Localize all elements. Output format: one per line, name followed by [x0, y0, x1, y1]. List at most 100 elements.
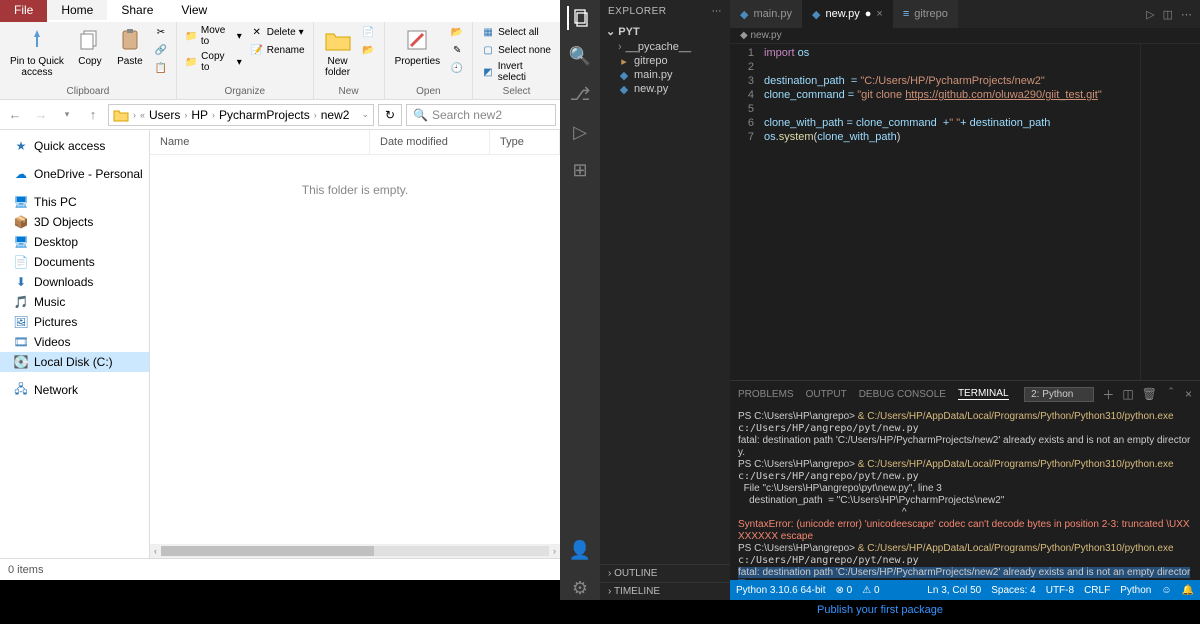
status-warnings[interactable]: ⚠ 0 [862, 585, 879, 596]
panel-debug[interactable]: DEBUG CONSOLE [859, 389, 946, 400]
tree-main[interactable]: ◆main.py [600, 68, 730, 82]
tab-gitrepo[interactable]: ≡gitrepo [893, 0, 958, 28]
copy-to-button[interactable]: 📁Copy to ▾ [183, 50, 244, 74]
copy-path-button[interactable]: 🔗 [152, 42, 170, 58]
history-button[interactable]: 🕘 [448, 60, 466, 76]
recent-button[interactable]: ▾ [56, 104, 78, 126]
address-bar[interactable]: › « Users› HP› PycharmProjects› new2 ⌄ [108, 104, 374, 126]
nav-local-disk[interactable]: 💽Local Disk (C:) [0, 352, 149, 372]
maximize-panel-icon[interactable]: ＾ [1165, 386, 1177, 403]
tab-new[interactable]: ◆new.py●× [802, 0, 893, 28]
crumb-hp[interactable]: HP [191, 108, 208, 122]
activity-explorer-icon[interactable] [567, 6, 591, 30]
search-input[interactable]: 🔍 Search new2 [406, 104, 556, 126]
invert-selection-button[interactable]: ◩Invert selecti [479, 60, 554, 84]
tab-home[interactable]: Home [47, 0, 107, 22]
split-icon[interactable]: ◫ [1163, 8, 1173, 21]
sidebar-outline[interactable]: › OUTLINE [600, 564, 730, 582]
new-folder-button[interactable]: New folder [320, 24, 356, 80]
new-item-button[interactable]: 📄 [360, 24, 378, 40]
col-type[interactable]: Type [490, 130, 560, 154]
pin-quick-access-button[interactable]: Pin to Quick access [6, 24, 68, 80]
tab-view[interactable]: View [167, 0, 221, 22]
tree-gitrepo[interactable]: ▸gitrepo [600, 54, 730, 68]
status-spaces[interactable]: Spaces: 4 [991, 585, 1035, 596]
col-name[interactable]: Name [150, 130, 370, 154]
status-bell-icon[interactable]: 🔔 [1182, 585, 1194, 596]
properties-button[interactable]: Properties [391, 24, 445, 69]
nav-network[interactable]: 🖧Network [0, 380, 149, 400]
sidebar-more-icon[interactable]: ⋯ [712, 6, 723, 17]
back-button[interactable]: ← [4, 104, 26, 126]
rename-button[interactable]: 📝Rename [248, 42, 307, 58]
terminal-select[interactable]: 2: Python [1024, 387, 1094, 402]
more-icon[interactable]: ⋯ [1181, 8, 1192, 21]
kill-terminal-icon[interactable]: 🗑 [1142, 387, 1157, 401]
edit-button[interactable]: ✎ [448, 42, 466, 58]
activity-scm-icon[interactable]: ⎇ [568, 82, 592, 106]
panel-terminal[interactable]: TERMINAL [958, 388, 1009, 400]
status-errors[interactable]: ⊗ 0 [836, 585, 853, 596]
publish-package-link[interactable]: Publish your first package [560, 604, 1200, 616]
nav-downloads[interactable]: ⬇Downloads [0, 272, 149, 292]
activity-search-icon[interactable]: 🔍 [568, 44, 592, 68]
close-panel-icon[interactable]: × [1185, 387, 1192, 401]
nav-videos[interactable]: 🎞Videos [0, 332, 149, 352]
code-editor[interactable]: 1234567 import os destination_path = "C:… [730, 44, 1200, 380]
tab-file[interactable]: File [0, 0, 47, 22]
tab-main[interactable]: ◆main.py [730, 0, 802, 28]
horizontal-scrollbar[interactable]: ‹ › [150, 544, 560, 558]
panel-output[interactable]: OUTPUT [806, 389, 847, 400]
activity-account-icon[interactable]: 👤 [568, 538, 592, 562]
close-tab-icon[interactable]: × [876, 8, 882, 20]
activity-extensions-icon[interactable]: ⊞ [568, 158, 592, 182]
status-encoding[interactable]: UTF-8 [1046, 585, 1074, 596]
select-all-button[interactable]: ▦Select all [479, 24, 554, 40]
code-content[interactable]: import os destination_path = "C:/Users/H… [760, 44, 1140, 380]
crumb-users[interactable]: Users [149, 108, 180, 122]
activity-settings-icon[interactable]: ⚙ [568, 576, 592, 600]
minimap[interactable] [1140, 44, 1200, 380]
nav-this-pc[interactable]: 🖥This PC [0, 192, 149, 212]
cut-button[interactable]: ✂ [152, 24, 170, 40]
new-terminal-icon[interactable]: ＋ [1102, 386, 1114, 403]
nav-onedrive[interactable]: ☁OneDrive - Personal [0, 164, 149, 184]
open-button[interactable]: 📂 [448, 24, 466, 40]
status-feedback-icon[interactable]: ☺ [1161, 585, 1171, 596]
nav-3d-objects[interactable]: 📦3D Objects [0, 212, 149, 232]
addr-dropdown-icon[interactable]: ⌄ [361, 109, 369, 120]
copy-button[interactable]: Copy [72, 24, 108, 69]
col-date[interactable]: Date modified [370, 130, 490, 154]
move-to-button[interactable]: 📁Move to ▾ [183, 24, 244, 48]
forward-button[interactable]: → [30, 104, 52, 126]
tree-root[interactable]: ⌄ PYT [600, 23, 730, 40]
status-lang[interactable]: Python [1120, 585, 1151, 596]
refresh-button[interactable]: ↻ [378, 104, 402, 126]
sidebar-timeline[interactable]: › TIMELINE [600, 582, 730, 600]
nav-music[interactable]: 🎵Music [0, 292, 149, 312]
nav-quick-access[interactable]: ★Quick access [0, 136, 149, 156]
panel-problems[interactable]: PROBLEMS [738, 389, 794, 400]
paste-button[interactable]: Paste [112, 24, 148, 69]
activity-debug-icon[interactable]: ▷ [568, 120, 592, 144]
status-eol[interactable]: CRLF [1084, 585, 1110, 596]
nav-desktop[interactable]: 🖥Desktop [0, 232, 149, 252]
crumb-new2[interactable]: new2 [321, 108, 350, 122]
run-icon[interactable]: ▷ [1146, 8, 1154, 21]
nav-documents[interactable]: 📄Documents [0, 252, 149, 272]
tab-share[interactable]: Share [107, 0, 167, 22]
easy-access-button[interactable]: 📂 [360, 42, 378, 58]
status-python[interactable]: Python 3.10.6 64-bit [736, 585, 826, 596]
status-lncol[interactable]: Ln 3, Col 50 [927, 585, 981, 596]
breadcrumb[interactable]: ◆ new.py [730, 28, 1200, 44]
paste-shortcut-button[interactable]: 📋 [152, 60, 170, 76]
split-terminal-icon[interactable]: ◫ [1122, 387, 1133, 401]
nav-pictures[interactable]: 🖼Pictures [0, 312, 149, 332]
crumb-pycharm[interactable]: PycharmProjects [219, 108, 310, 122]
delete-button[interactable]: ✕Delete ▾ [248, 24, 307, 40]
tree-pycache[interactable]: ›__pycache__ [600, 40, 730, 54]
select-none-button[interactable]: ▢Select none [479, 42, 554, 58]
tree-new[interactable]: ◆new.py [600, 82, 730, 96]
terminal-output[interactable]: PS C:\Users\HP\angrepo> & C:/Users/HP/Ap… [730, 407, 1200, 580]
up-button[interactable]: ↑ [82, 104, 104, 126]
